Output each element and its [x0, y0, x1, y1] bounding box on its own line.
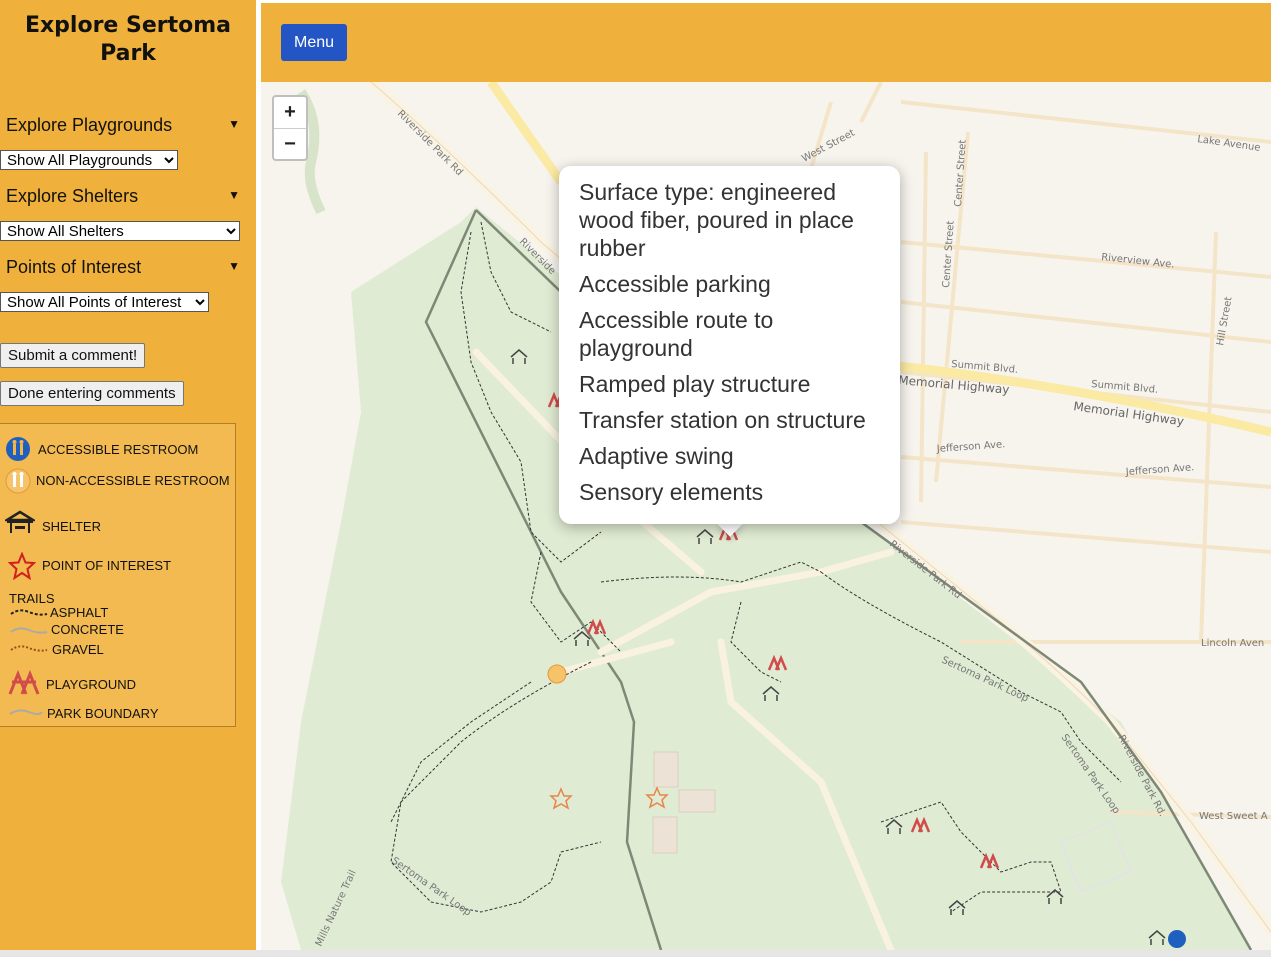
explore-shelters-toggle[interactable]: Explore Shelters ▼: [6, 186, 242, 207]
map-legend: ACCESSIBLE RESTROOM NON-ACCESSIBLE RESTR…: [0, 423, 236, 727]
star-icon: [8, 552, 36, 580]
shelter-icon: [5, 510, 35, 533]
sidebar: Explore Sertoma Park Explore Playgrounds…: [0, 0, 256, 950]
zoom-control: + −: [272, 95, 308, 161]
non-accessible-restroom-icon[interactable]: [547, 664, 567, 684]
menu-button[interactable]: Menu: [281, 24, 347, 61]
zoom-in-button[interactable]: +: [274, 97, 306, 129]
caret-down-icon: ▼: [228, 259, 240, 273]
street-label: West Street: [800, 128, 857, 165]
points-of-interest-toggle[interactable]: Points of Interest ▼: [6, 257, 242, 278]
popup-item: Sensory elements: [579, 479, 764, 505]
done-comments-button[interactable]: Done entering comments: [0, 381, 184, 406]
street-label: West Sweet A: [1199, 811, 1268, 822]
street-label: Lincoln Aven: [1201, 638, 1264, 649]
street-label: Center Street: [953, 139, 969, 207]
popup-item: Accessible route to playground: [579, 307, 774, 361]
playground-icon: [8, 670, 40, 695]
zoom-out-button[interactable]: −: [274, 129, 306, 160]
non-accessible-restroom-icon: [5, 468, 31, 494]
shelters-select[interactable]: Show All Shelters: [0, 221, 240, 241]
street-label: Riverview Ave.: [1101, 252, 1175, 271]
explore-playgrounds-toggle[interactable]: Explore Playgrounds ▼: [6, 115, 242, 136]
page-title: Explore Sertoma Park: [24, 13, 232, 66]
playgrounds-select[interactable]: Show All Playgrounds: [0, 150, 178, 170]
legend-playground: PLAYGROUND: [46, 677, 137, 692]
park-boundary-icon: [9, 709, 43, 715]
accessible-restroom-icon[interactable]: [1168, 930, 1186, 948]
section-heading: Explore Playgrounds: [6, 115, 173, 135]
legend-accessible-restroom: ACCESSIBLE RESTROOM: [38, 442, 199, 457]
trail-swatches-icon: [10, 609, 48, 652]
accessible-restroom-icon: [6, 437, 30, 461]
caret-down-icon: ▼: [228, 188, 240, 202]
street-label: Riverside Park Rd: [395, 108, 465, 178]
legend-shelter: SHELTER: [42, 519, 101, 534]
section-heading: Explore Shelters: [6, 186, 139, 206]
legend-trails: TRAILS: [9, 591, 55, 606]
section-heading: Points of Interest: [6, 257, 142, 277]
playground-popup: Surface type: engineered wood fiber, pou…: [559, 166, 900, 524]
horizontal-scrollbar[interactable]: [0, 950, 1271, 957]
popup-feature-list: Surface type: engineered wood fiber, pou…: [559, 166, 900, 506]
legend-asphalt: ASPHALT: [50, 605, 109, 620]
street-label: Jefferson Ave.: [935, 439, 1005, 455]
legend-park-boundary: PARK BOUNDARY: [47, 706, 159, 721]
caret-down-icon: ▼: [228, 117, 240, 131]
points-of-interest-select[interactable]: Show All Points of Interest: [0, 292, 209, 312]
popup-item: Adaptive swing: [579, 443, 734, 469]
popup-item: Ramped play structure: [579, 371, 811, 397]
street-label: Jefferson Ave.: [1124, 462, 1194, 478]
popup-item: Transfer station on structure: [579, 407, 866, 433]
legend-non-accessible-restroom: NON-ACCESSIBLE RESTROOM: [36, 473, 230, 488]
highway-north: [487, 82, 565, 185]
legend-concrete: CONCRETE: [51, 622, 124, 637]
legend-point-of-interest: POINT OF INTEREST: [42, 558, 172, 573]
popup-item: Surface type: engineered wood fiber, pou…: [579, 179, 854, 261]
popup-item: Accessible parking: [579, 271, 771, 297]
legend-gravel: GRAVEL: [52, 642, 104, 657]
map[interactable]: Riverside Park Rd Riverside Riverside Pa…: [261, 82, 1271, 950]
submit-comment-button[interactable]: Submit a comment!: [0, 343, 146, 368]
top-bar: Menu: [261, 3, 1271, 82]
